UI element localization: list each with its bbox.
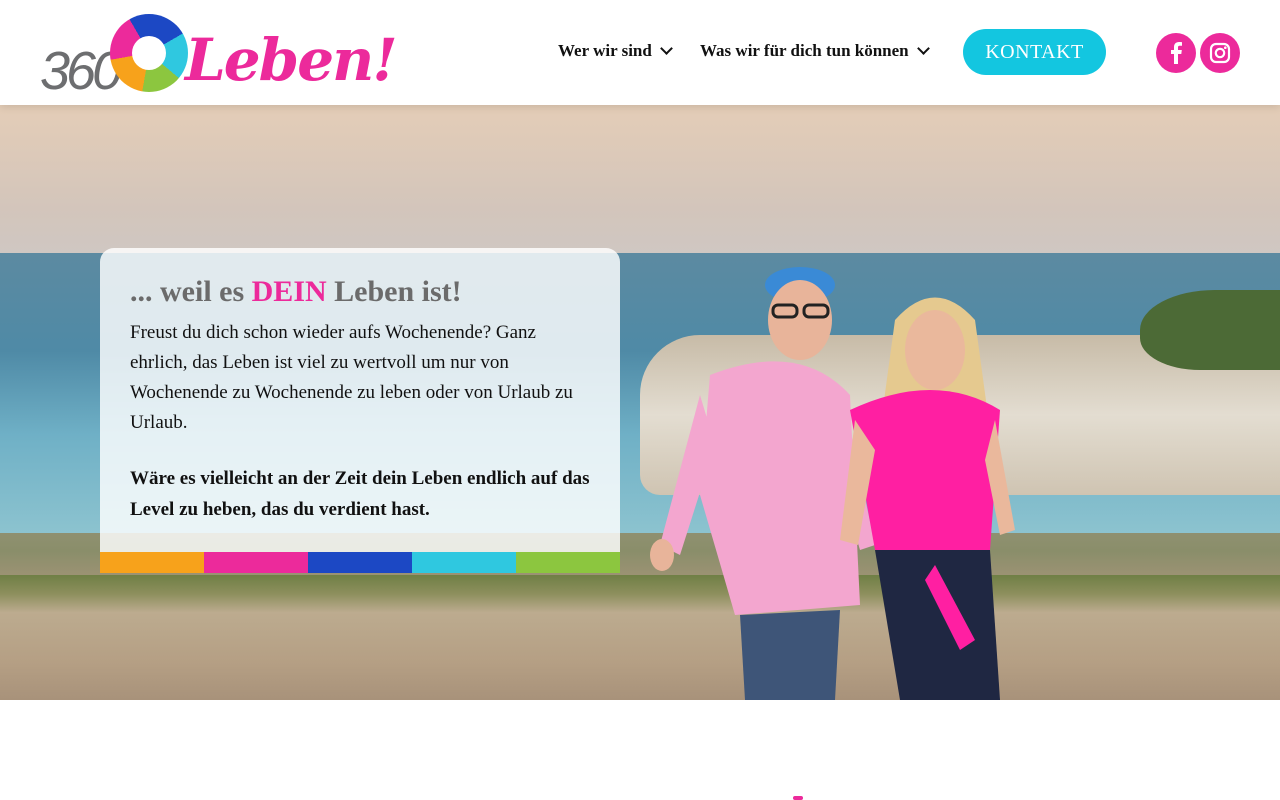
color-stripes	[100, 552, 620, 573]
logo-number: 360	[40, 41, 122, 101]
hero-section: ... weil es DEIN Leben ist! Freust du di…	[0, 105, 1280, 700]
hero-shrub	[1140, 290, 1280, 370]
instagram-icon	[1209, 42, 1231, 64]
nav-label: Wer wir sind	[558, 41, 652, 60]
contact-button[interactable]: KONTAKT	[963, 29, 1106, 75]
stripe-pink	[204, 552, 308, 573]
facebook-link[interactable]	[1156, 33, 1196, 73]
stripe-orange	[100, 552, 204, 573]
chevron-down-icon	[916, 42, 930, 55]
hero-text-card: ... weil es DEIN Leben ist! Freust du di…	[100, 248, 620, 573]
stripe-green	[516, 552, 620, 573]
hero-sky	[0, 105, 1280, 253]
decorative-pink-mark	[793, 796, 803, 800]
chevron-down-icon	[659, 42, 673, 55]
facebook-icon	[1171, 42, 1182, 64]
site-header: 360 Leben! Wer wir sind Was wir für dich…	[0, 0, 1280, 105]
site-logo[interactable]: 360 Leben!	[40, 12, 398, 101]
hero-title-part: ... weil es	[130, 275, 252, 308]
hero-photo-woman	[840, 297, 1015, 700]
stripe-cyan	[412, 552, 516, 573]
hero-title-accent: DEIN	[251, 275, 327, 308]
hero-title-part: Leben ist!	[326, 275, 462, 308]
content-section	[0, 700, 1280, 800]
logo-color-wheel-icon	[110, 14, 188, 92]
stripe-blue	[308, 552, 412, 573]
nav-label: Was wir für dich tun können	[700, 41, 909, 60]
hero-body-text: Freust du dich schon wieder aufs Wochene…	[130, 322, 573, 433]
instagram-link[interactable]	[1200, 33, 1240, 73]
nav-item-was-wir-tun[interactable]: Was wir für dich tun können	[700, 41, 930, 61]
hero-title: ... weil es DEIN Leben ist!	[130, 275, 462, 309]
logo-word: Leben!	[185, 26, 398, 94]
hero-emphasis-text: Wäre es vielleicht an der Zeit dein Lebe…	[130, 468, 590, 520]
nav-item-wer-wir-sind[interactable]: Wer wir sind	[558, 41, 673, 61]
